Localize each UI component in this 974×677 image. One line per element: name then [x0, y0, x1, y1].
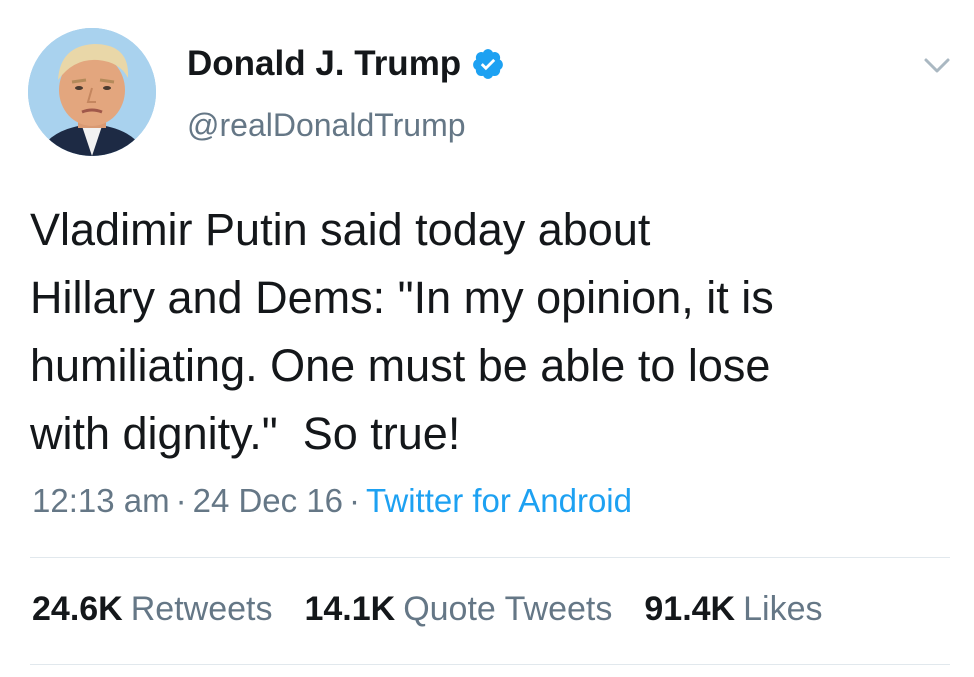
meta-separator: · — [175, 482, 187, 519]
verified-badge-icon — [471, 47, 505, 81]
tweet-date[interactable]: 24 Dec 16 — [193, 482, 343, 519]
author-name-text[interactable]: Donald J. Trump — [187, 44, 461, 84]
tweet-meta: 12:13 am · 24 Dec 16 · Twitter for Android — [32, 482, 632, 520]
tweet-card: Donald J. Trump @realDonaldTrump Vladimi… — [0, 0, 974, 677]
divider — [30, 557, 950, 558]
author-name[interactable]: Donald J. Trump — [187, 44, 505, 84]
likes-count: 91.4K — [644, 590, 736, 628]
tweet-text: Vladimir Putin said today about Hillary … — [30, 204, 774, 459]
likes-stat[interactable]: 91.4K Likes — [644, 590, 822, 629]
quote-tweets-stat[interactable]: 14.1K Quote Tweets — [304, 590, 612, 629]
quote-tweets-label: Quote Tweets — [403, 590, 613, 628]
tweet-source-link[interactable]: Twitter for Android — [366, 482, 632, 519]
tweet-time[interactable]: 12:13 am — [32, 482, 170, 519]
meta-separator: · — [349, 482, 361, 519]
quote-tweets-count: 14.1K — [304, 590, 396, 628]
retweets-count: 24.6K — [32, 590, 123, 628]
retweets-stat[interactable]: 24.6K Retweets — [32, 590, 272, 629]
avatar[interactable] — [28, 28, 156, 156]
author-handle[interactable]: @realDonaldTrump — [187, 107, 466, 144]
likes-label: Likes — [743, 590, 823, 628]
chevron-down-icon[interactable] — [920, 50, 954, 80]
retweets-label: Retweets — [130, 590, 273, 628]
tweet-stats: 24.6K Retweets 14.1K Quote Tweets 91.4K Lik… — [32, 590, 854, 629]
divider — [30, 664, 950, 665]
